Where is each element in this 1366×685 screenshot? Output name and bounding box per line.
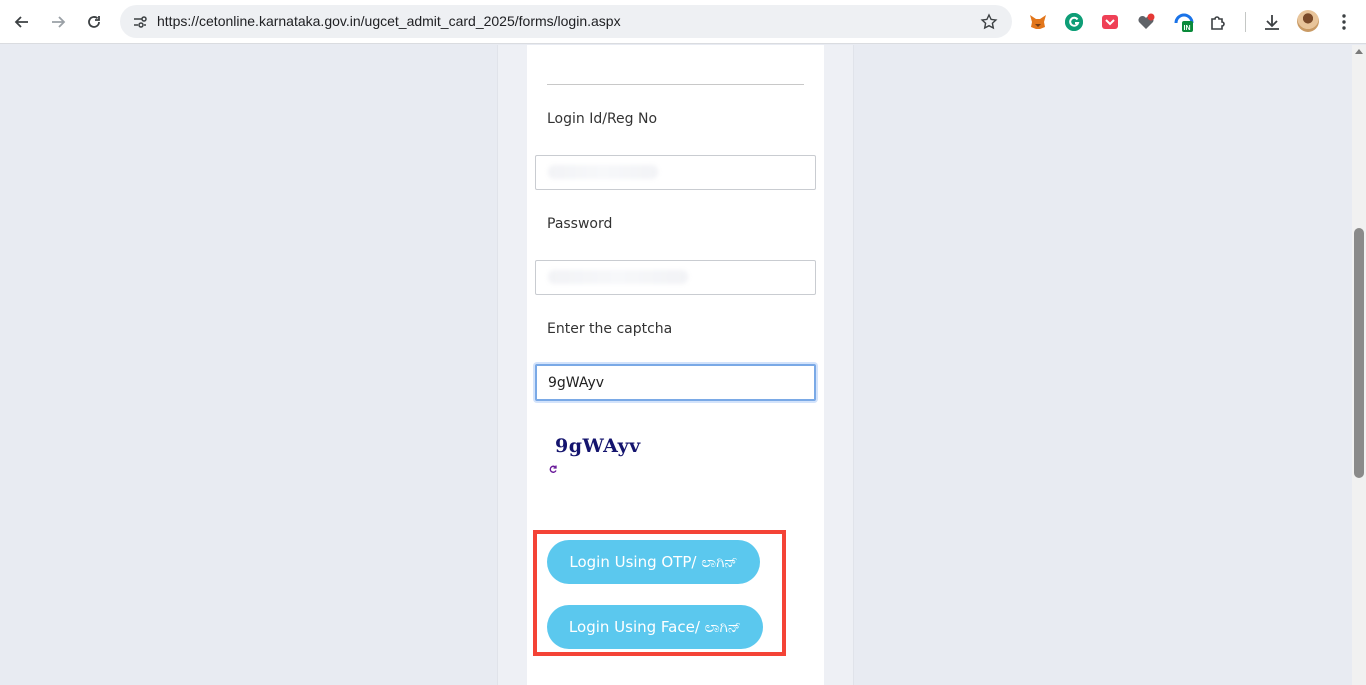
login-face-button[interactable]: Login Using Face/ ಲಾಗಿನ್ — [547, 605, 763, 649]
login-id-field[interactable] — [535, 155, 816, 190]
download-icon[interactable] — [1260, 10, 1284, 34]
redacted-password — [548, 270, 688, 284]
back-button[interactable] — [6, 6, 38, 38]
captcha-image: 9gWAyv — [555, 435, 641, 457]
pocket-extension-icon[interactable] — [1098, 10, 1122, 34]
section-divider — [547, 84, 804, 85]
login-otp-button[interactable]: Login Using OTP/ ಲಾಗಿನ್ — [547, 540, 760, 584]
site-settings-icon[interactable] — [126, 8, 154, 36]
forward-button[interactable] — [42, 6, 74, 38]
reload-button[interactable] — [78, 6, 110, 38]
toolbar-separator — [1245, 12, 1246, 32]
refresh-captcha-icon[interactable] — [548, 464, 558, 474]
reload-icon — [88, 16, 100, 28]
extensions-puzzle-icon[interactable] — [1206, 10, 1230, 34]
linkedin-extension-icon[interactable]: IN — [1172, 10, 1196, 34]
address-bar[interactable]: https://cetonline.karnataka.gov.in/ugcet… — [120, 5, 1012, 38]
page-viewport: Login Id/Reg No Password Enter the captc… — [0, 45, 1352, 685]
back-arrow-icon — [14, 16, 28, 28]
login-id-label: Login Id/Reg No — [547, 111, 658, 127]
grammarly-extension-icon[interactable] — [1062, 10, 1086, 34]
scroll-up-arrow-icon[interactable] — [1355, 49, 1363, 54]
password-field[interactable] — [535, 260, 816, 295]
profile-avatar[interactable] — [1297, 10, 1319, 32]
scrollbar-thumb[interactable] — [1354, 228, 1364, 478]
captcha-label: Enter the captcha — [547, 321, 673, 337]
password-label: Password — [547, 216, 613, 232]
browser-toolbar: https://cetonline.karnataka.gov.in/ugcet… — [0, 0, 1366, 44]
bookmark-star-icon[interactable] — [978, 11, 1000, 33]
url-text[interactable]: https://cetonline.karnataka.gov.in/ugcet… — [157, 5, 621, 38]
captcha-input[interactable] — [535, 364, 816, 401]
more-menu-icon[interactable] — [1332, 10, 1356, 34]
svg-text:IN: IN — [1184, 25, 1191, 32]
heart-extension-icon[interactable] — [1134, 10, 1158, 34]
redacted-login-id — [548, 165, 658, 179]
metamask-extension-icon[interactable] — [1026, 10, 1050, 34]
captcha-input-box[interactable] — [537, 366, 814, 399]
forward-arrow-icon — [52, 16, 66, 28]
vertical-scrollbar[interactable] — [1352, 45, 1366, 685]
